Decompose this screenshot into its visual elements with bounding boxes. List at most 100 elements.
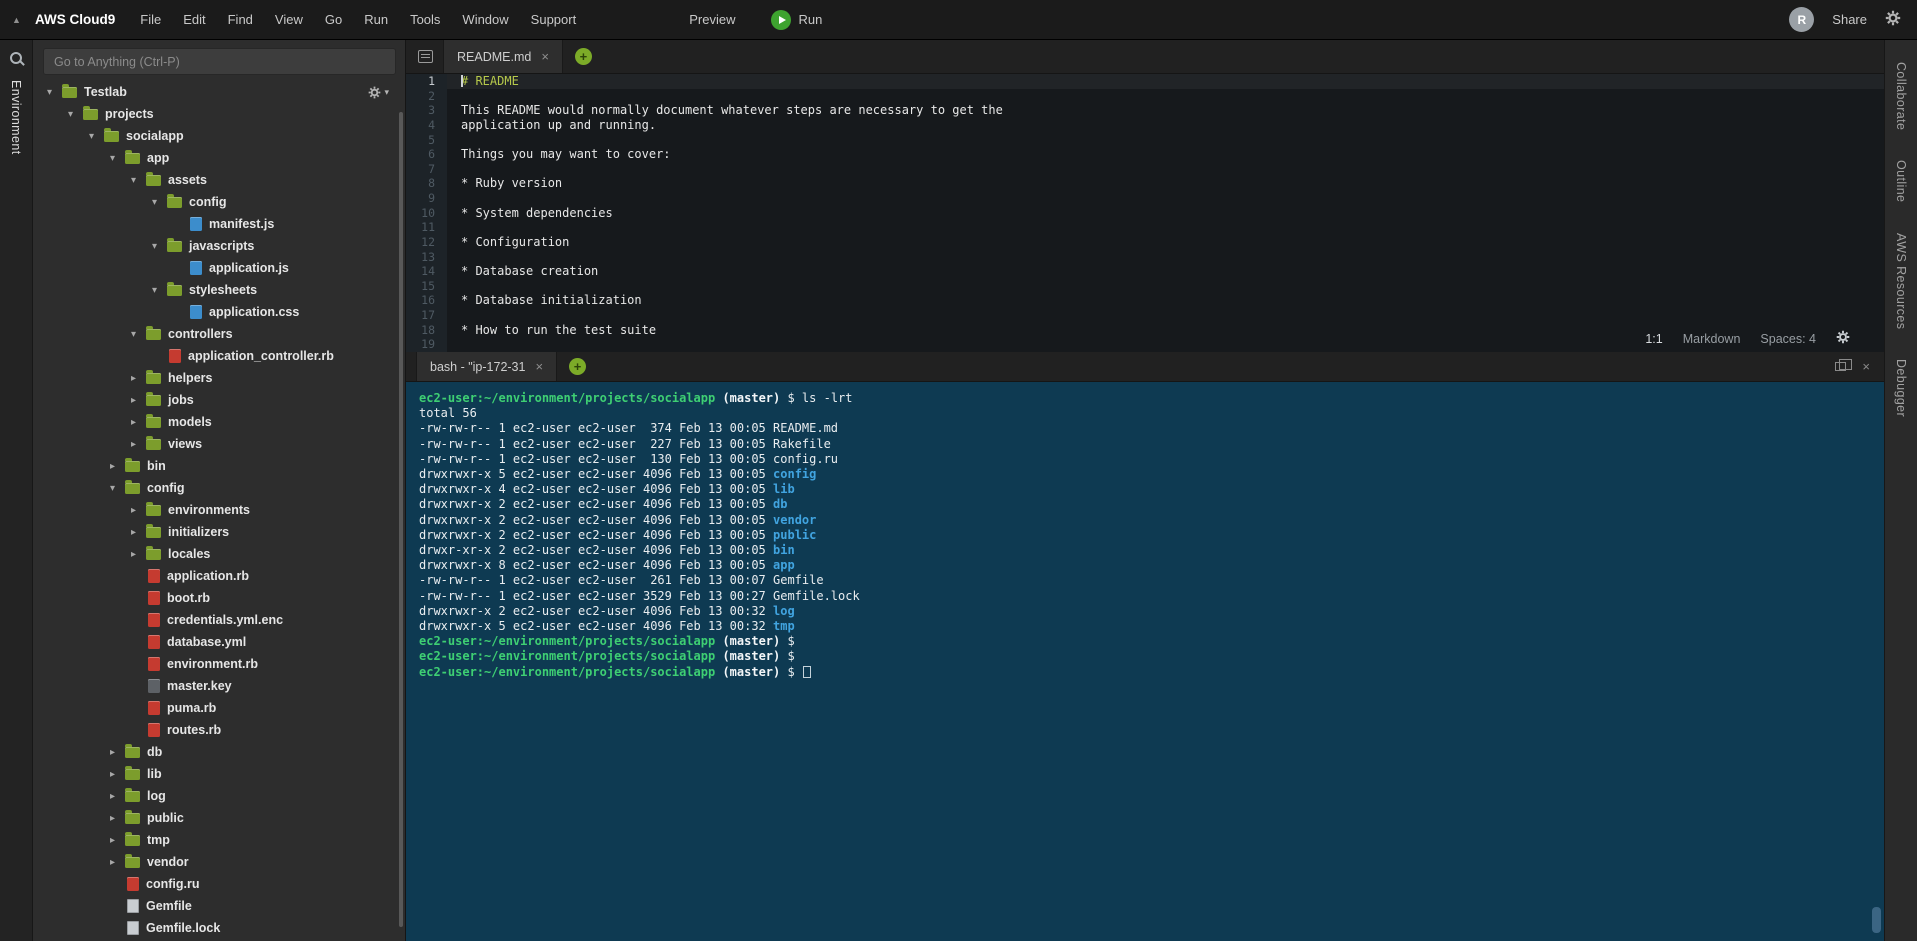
terminal[interactable]: ec2-user:~/environment/projects/socialap… [406, 382, 1884, 941]
line-number[interactable]: 16 [406, 293, 447, 308]
close-pane-icon[interactable]: × [1862, 359, 1870, 374]
goto-anything-input[interactable] [43, 48, 396, 75]
line-number[interactable]: 7 [406, 161, 447, 177]
tab-bash[interactable]: bash - "ip-172-31 × [416, 352, 558, 381]
code-editor[interactable]: 1 # README 2 3 This README would normally do… [406, 74, 1884, 352]
project-settings-button[interactable]: ▾ [368, 81, 389, 103]
new-terminal-button[interactable]: + [569, 358, 587, 375]
tree-item-application-js[interactable]: application.js [33, 257, 405, 279]
terminal-scrollbar[interactable] [1872, 907, 1881, 933]
tree-item-jobs[interactable]: ▸ jobs [33, 389, 405, 411]
tree-item-environments[interactable]: ▸ environments [33, 499, 405, 521]
menu-item-window[interactable]: Window [451, 12, 519, 27]
line-number[interactable]: 13 [406, 249, 447, 265]
tree-item-config[interactable]: ▾ config [33, 477, 405, 499]
left-rail-tab-environment[interactable]: Environment [9, 80, 23, 155]
line-number[interactable]: 19 [406, 337, 447, 352]
avatar[interactable]: R [1789, 7, 1815, 32]
cursor-position[interactable]: 1:1 [1645, 332, 1662, 346]
new-tab-button[interactable]: + [574, 48, 592, 65]
line-number[interactable]: 12 [406, 234, 447, 250]
tree-item-controllers[interactable]: ▾ controllers [33, 323, 405, 345]
tree-item-application-css[interactable]: application.css [33, 301, 405, 323]
tab-list-icon[interactable] [418, 50, 433, 63]
right-rail-tab-debugger[interactable]: Debugger [1894, 359, 1908, 417]
menu-item-view[interactable]: View [264, 12, 314, 27]
tree-item-application-controller-rb[interactable]: application_controller.rb [33, 345, 405, 367]
line-number[interactable]: 8 [406, 176, 447, 191]
line-number[interactable]: 9 [406, 191, 447, 206]
tree-item-credentials-yml-enc[interactable]: credentials.yml.enc [33, 609, 405, 631]
menu-item-go[interactable]: Go [314, 12, 353, 27]
tree-item-public[interactable]: ▸ public [33, 807, 405, 829]
tree-item-stylesheets[interactable]: ▾ stylesheets [33, 279, 405, 301]
tree-item-assets[interactable]: ▾ assets [33, 169, 405, 191]
maximize-pane-icon[interactable] [1835, 359, 1853, 371]
line-number[interactable]: 11 [406, 220, 447, 235]
tree-item-environment-rb[interactable]: environment.rb [33, 653, 405, 675]
tree-item-vendor[interactable]: ▸ vendor [33, 851, 405, 873]
tree-item-javascripts[interactable]: ▾ javascripts [33, 235, 405, 257]
tree-item-config[interactable]: ▾ config [33, 191, 405, 213]
menu-item-edit[interactable]: Edit [172, 12, 216, 27]
tree-item-puma-rb[interactable]: puma.rb [33, 697, 405, 719]
tree-item-socialapp[interactable]: ▾ socialapp [33, 125, 405, 147]
line-number[interactable]: 18 [406, 322, 447, 338]
line-number[interactable]: 4 [406, 117, 447, 133]
tree-item-config-ru[interactable]: config.ru [33, 873, 405, 895]
tree-item-models[interactable]: ▸ models [33, 411, 405, 433]
share-button[interactable]: Share [1832, 12, 1867, 27]
menu-item-support[interactable]: Support [520, 12, 588, 27]
line-number[interactable]: 2 [406, 88, 447, 104]
menu-item-tools[interactable]: Tools [399, 12, 451, 27]
tree-item-initializers[interactable]: ▸ initializers [33, 521, 405, 543]
menu-item-run[interactable]: Run [353, 12, 399, 27]
ruby-file-icon [148, 613, 160, 627]
tree-item-views[interactable]: ▸ views [33, 433, 405, 455]
tree-item-app[interactable]: ▾ app [33, 147, 405, 169]
menu-item-find[interactable]: Find [217, 12, 264, 27]
preview-button[interactable]: Preview [679, 12, 745, 27]
run-button[interactable]: Run [771, 9, 822, 30]
line-number[interactable]: 14 [406, 264, 447, 279]
tree-item-application-rb[interactable]: application.rb [33, 565, 405, 587]
collapse-menubar-icon[interactable]: ▲ [0, 15, 33, 25]
syntax-mode[interactable]: Markdown [1683, 332, 1741, 346]
tree-item-gemfile[interactable]: Gemfile [33, 895, 405, 917]
menu-item-file[interactable]: File [129, 12, 172, 27]
sidebar-scrollbar[interactable] [399, 112, 403, 927]
tree-item-boot-rb[interactable]: boot.rb [33, 587, 405, 609]
tree-item-master-key[interactable]: master.key [33, 675, 405, 697]
tab-readme[interactable]: README.md × [443, 40, 563, 73]
tree-item-lib[interactable]: ▸ lib [33, 763, 405, 785]
line-number[interactable]: 5 [406, 132, 447, 148]
line-number[interactable]: 15 [406, 278, 447, 294]
line-number[interactable]: 1 [406, 74, 447, 89]
line-number[interactable]: 6 [406, 147, 447, 162]
tab-size[interactable]: Spaces: 4 [1760, 332, 1816, 346]
brand-menu[interactable]: AWS Cloud9 [35, 12, 115, 27]
line-number[interactable]: 3 [406, 103, 447, 118]
tree-item-manifest-js[interactable]: manifest.js [33, 213, 405, 235]
right-rail-tab-outline[interactable]: Outline [1894, 160, 1908, 202]
right-rail-tab-aws-resources[interactable]: AWS Resources [1894, 233, 1908, 329]
tree-item-routes-rb[interactable]: routes.rb [33, 719, 405, 741]
tree-item-bin[interactable]: ▸ bin [33, 455, 405, 477]
preferences-gear-icon[interactable] [1885, 10, 1901, 29]
editor-settings-gear-icon[interactable] [1836, 330, 1850, 347]
close-tab-icon[interactable]: × [541, 49, 549, 64]
tree-item-db[interactable]: ▸ db [33, 741, 405, 763]
search-icon[interactable] [10, 52, 22, 64]
line-number[interactable]: 10 [406, 205, 447, 221]
tree-item-locales[interactable]: ▸ locales [33, 543, 405, 565]
tree-item-database-yml[interactable]: database.yml [33, 631, 405, 653]
right-rail-tab-collaborate[interactable]: Collaborate [1894, 62, 1908, 130]
line-number[interactable]: 17 [406, 308, 447, 323]
tree-item-helpers[interactable]: ▸ helpers [33, 367, 405, 389]
tree-item-tmp[interactable]: ▸ tmp [33, 829, 405, 851]
tree-item-log[interactable]: ▸ log [33, 785, 405, 807]
tree-item-projects[interactable]: ▾ projects [33, 103, 405, 125]
tree-item-testlab[interactable]: ▾ Testlab ▾ [33, 81, 405, 103]
close-terminal-tab-icon[interactable]: × [535, 359, 543, 374]
tree-item-gemfile-lock[interactable]: Gemfile.lock [33, 917, 405, 939]
